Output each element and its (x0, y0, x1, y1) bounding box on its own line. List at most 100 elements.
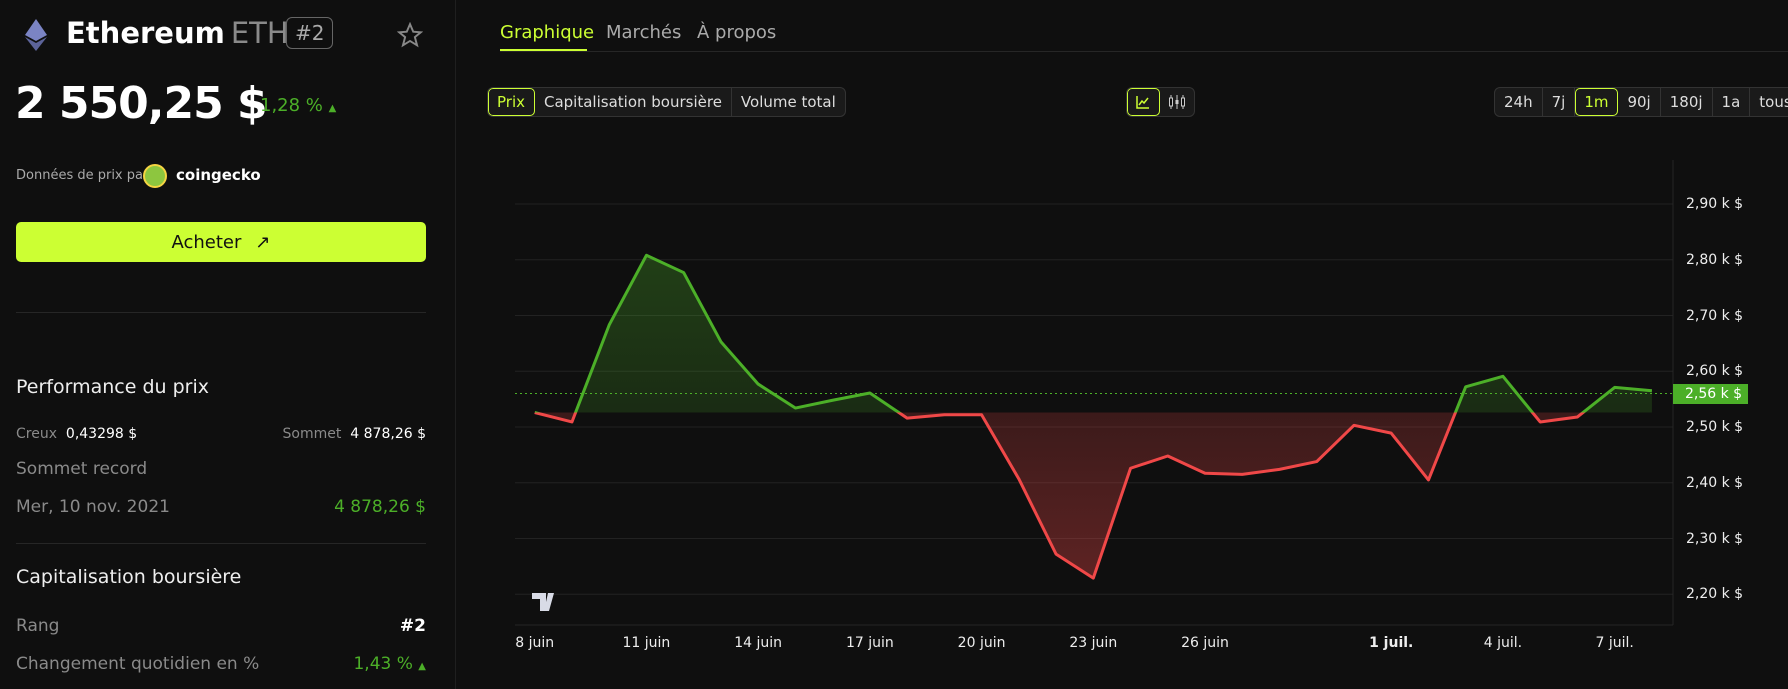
x-tick-label: 20 juin (957, 635, 1006, 651)
low-label: Creux (16, 426, 57, 442)
data-point (832, 399, 834, 401)
data-point (1055, 553, 1057, 555)
divider (500, 51, 1788, 52)
data-point (1204, 472, 1206, 474)
x-tick-label: 1 juil. (1369, 635, 1414, 651)
up-arrow-icon: ▲ (328, 103, 337, 114)
chart-type-selector (1126, 87, 1195, 117)
data-point (869, 392, 871, 394)
low-value: 0,43298 $ (65, 426, 138, 442)
coingecko-logo-icon (143, 164, 167, 188)
up-arrow-icon: ▲ (418, 661, 426, 672)
area-fill-down (534, 412, 1652, 579)
coin-symbol: ETH (230, 16, 289, 50)
tab-a-propos[interactable]: À propos (697, 22, 776, 43)
data-point (534, 412, 536, 414)
range-24h-button[interactable]: 24h (1495, 88, 1543, 116)
metric-volume-button[interactable]: Volume total (732, 88, 845, 116)
rank-row: Rang #2 (16, 616, 426, 636)
ethereum-logo-icon (25, 19, 47, 51)
x-tick-label: 11 juin (622, 635, 671, 651)
data-point (794, 407, 796, 409)
source-label: Données de prix par (16, 168, 149, 183)
data-point (1539, 421, 1541, 423)
ath-label: Sommet record (16, 459, 148, 479)
y-tick-label: 2,90 k $ (1686, 196, 1744, 212)
x-tick-label: 23 juin (1069, 635, 1118, 651)
coin-title: Ethereum ETH (66, 16, 289, 50)
y-tick-label: 2,60 k $ (1686, 363, 1744, 380)
line-chart-icon (1136, 96, 1149, 109)
high-value: 4 878,26 $ (350, 426, 426, 442)
rank-value: #2 (399, 616, 426, 636)
daily-change-row: Changement quotidien en % 1,43 % ▲ (16, 654, 426, 674)
data-point (1390, 432, 1392, 434)
y-tick-label: 2,30 k $ (1686, 530, 1744, 547)
star-icon[interactable] (397, 22, 423, 48)
low-high-row: Creux 0,43298 $ Sommet 4 878,26 $ (16, 426, 426, 442)
metric-selector: Prix Capitalisation boursière Volume tot… (487, 87, 846, 117)
data-point (1465, 386, 1467, 388)
data-point (571, 421, 573, 423)
data-point (1316, 461, 1318, 463)
ath-value: 4 878,26 $ (334, 497, 426, 517)
high-label: Sommet (282, 426, 342, 442)
data-point (906, 417, 908, 419)
tab-graphique[interactable]: Graphique (500, 22, 594, 43)
line-chart-button[interactable] (1127, 88, 1160, 116)
x-tick-label: 17 juin (845, 635, 894, 651)
x-tick-label: 7 juil. (1595, 635, 1634, 651)
data-point (1576, 416, 1578, 418)
coin-sidebar: Ethereum ETH #2 2 550,25 $ 1,28 % ▲ Donné… (0, 0, 456, 689)
price-change: 1,28 % ▲ (260, 95, 336, 116)
buy-button-label: Acheter (171, 231, 242, 253)
source-provider[interactable]: coingecko (176, 166, 261, 184)
data-point (1092, 577, 1094, 579)
data-point (757, 383, 759, 385)
arrow-up-right-icon: ↗ (255, 231, 271, 253)
range-1a-button[interactable]: 1a (1713, 88, 1751, 116)
tradingview-logo-icon (532, 593, 554, 611)
coin-name: Ethereum (66, 16, 225, 50)
data-point (608, 324, 610, 326)
tab-marches[interactable]: Marchés (606, 22, 681, 43)
x-tick-label: 14 juin (734, 635, 783, 651)
buy-button[interactable]: Acheter ↗ (16, 222, 426, 262)
data-point (943, 414, 945, 416)
price-change-value: 1,28 % (260, 95, 323, 116)
rank-badge: #2 (286, 17, 334, 49)
data-point (1279, 468, 1281, 470)
x-tick-label: 26 juin (1181, 635, 1229, 651)
candlestick-button[interactable] (1160, 88, 1194, 116)
range-90j-button[interactable]: 90j (1618, 88, 1661, 116)
price-chart[interactable] (460, 140, 1788, 689)
candlestick-icon (1169, 95, 1185, 109)
rank-label: Rang (16, 616, 60, 636)
data-point (1651, 390, 1653, 392)
y-tick-label: 2,50 k $ (1686, 419, 1744, 435)
x-tick-label: 8 juin (515, 635, 555, 651)
data-point (645, 254, 647, 256)
range-tous-button[interactable]: tous (1750, 88, 1788, 116)
range-1m-button[interactable]: 1m (1575, 88, 1619, 116)
performance-title: Performance du prix (16, 376, 209, 398)
data-point (1353, 424, 1355, 426)
metric-prix-button[interactable]: Prix (488, 88, 535, 116)
ath-row: Mer, 10 nov. 2021 4 878,26 $ (16, 497, 426, 517)
data-point (683, 272, 685, 274)
metric-market-cap-button[interactable]: Capitalisation boursière (535, 88, 732, 116)
data-point (1241, 473, 1243, 475)
time-range-selector: 24h 7j 1m 90j 180j 1a tous (1494, 87, 1788, 117)
data-point (1018, 478, 1020, 480)
data-point (1167, 455, 1169, 457)
y-tick-label: 2,80 k $ (1686, 251, 1744, 268)
data-point (981, 414, 983, 416)
y-tick-label: 2,40 k $ (1686, 474, 1744, 491)
data-point (1427, 479, 1429, 481)
ath-date: Mer, 10 nov. 2021 (16, 497, 170, 517)
current-price: 2 550,25 $ (15, 78, 268, 129)
data-point (720, 341, 722, 343)
range-7j-button[interactable]: 7j (1543, 88, 1576, 116)
range-180j-button[interactable]: 180j (1661, 88, 1713, 116)
current-price-label: 2,56 k $ (1673, 383, 1748, 404)
